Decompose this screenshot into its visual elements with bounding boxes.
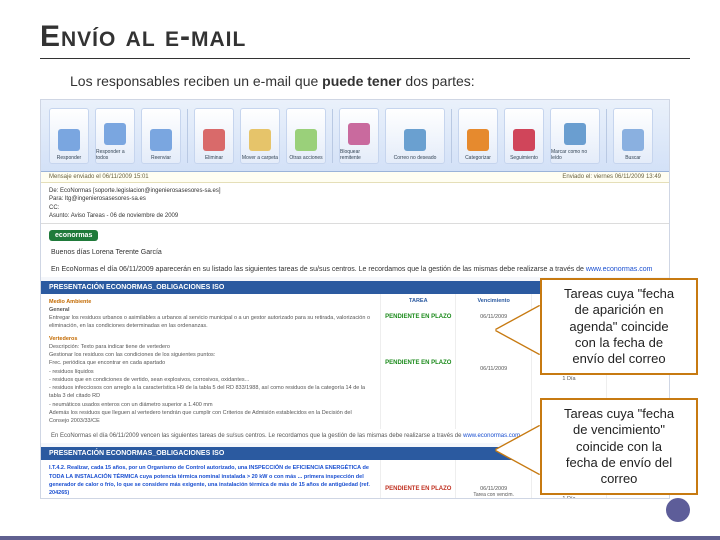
- followup-button[interactable]: Seguimiento: [504, 108, 544, 164]
- sent-left: Mensaje enviado el 06/11/2009 15:01: [49, 174, 149, 180]
- callout-due-date: Tareas cuya "fecha de vencimiento" coinc…: [540, 398, 698, 495]
- mark-unread-button[interactable]: Marcar como no leído: [550, 108, 600, 164]
- reply-button[interactable]: Responder: [49, 108, 89, 164]
- subtitle-pre: Los responsables reciben un e-mail que: [70, 73, 322, 89]
- sent-right: Enviado el: viernes 06/11/2009 13:49: [562, 174, 661, 180]
- slide-accent-dot: [666, 498, 690, 522]
- find-button[interactable]: Buscar: [613, 108, 653, 164]
- sec1-heading: Medio Ambiente: [49, 298, 372, 306]
- subtitle-post: dos partes:: [402, 73, 475, 89]
- sec2-heading: I.T.4.2. Realizar, cada 15 años, por un …: [49, 464, 372, 497]
- intro-text: En EcoNormas el día 06/11/2009 aparecerá…: [41, 260, 669, 277]
- message-headers: De: EcoNormas [soporte.legislacion@ingen…: [41, 183, 669, 224]
- slide-subtitle: Los responsables reciben un e-mail que p…: [70, 73, 690, 89]
- arrow-1: [496, 306, 540, 354]
- status-pending-red: PENDIENTE EN PLAZO: [385, 486, 451, 492]
- forward-button[interactable]: Reenviar: [141, 108, 181, 164]
- logo-row: econormas: [41, 224, 669, 243]
- intro-link[interactable]: www.econormas.com: [586, 266, 653, 273]
- junk-mail-button[interactable]: Correo no deseado: [385, 108, 445, 164]
- status-pending-1: PENDIENTE EN PLAZO: [385, 314, 451, 320]
- econormas-logo: econormas: [49, 230, 98, 241]
- other-actions-button[interactable]: Otras acciones: [286, 108, 326, 164]
- outlook-ribbon: Responder Responder a todos Reenviar Eli…: [41, 100, 669, 172]
- reply-all-button[interactable]: Responder a todos: [95, 108, 135, 164]
- slide-title: Envío al e-mail: [40, 20, 690, 59]
- subtitle-bold: puede tener: [322, 73, 401, 89]
- categorize-button[interactable]: Categorizar: [458, 108, 498, 164]
- sent-banner: Mensaje enviado el 06/11/2009 15:01 Envi…: [41, 172, 669, 183]
- greeting: Buenos días Lorena Terente García: [41, 243, 669, 260]
- sec1-vhead: Vertederos: [49, 335, 372, 343]
- status-pending-2: PENDIENTE EN PLAZO: [385, 360, 451, 366]
- arrow-2: [496, 426, 540, 474]
- block-sender-button[interactable]: Bloquear remitente: [339, 108, 379, 164]
- callout-appearance-date: Tareas cuya "fecha de aparición en agend…: [540, 278, 698, 375]
- delete-button[interactable]: Eliminar: [194, 108, 234, 164]
- sec1-sub: General: [49, 306, 372, 314]
- move-button[interactable]: Mover a carpeta: [240, 108, 280, 164]
- sec1-line1: Entregar los residuos urbanos o asimilab…: [49, 314, 372, 331]
